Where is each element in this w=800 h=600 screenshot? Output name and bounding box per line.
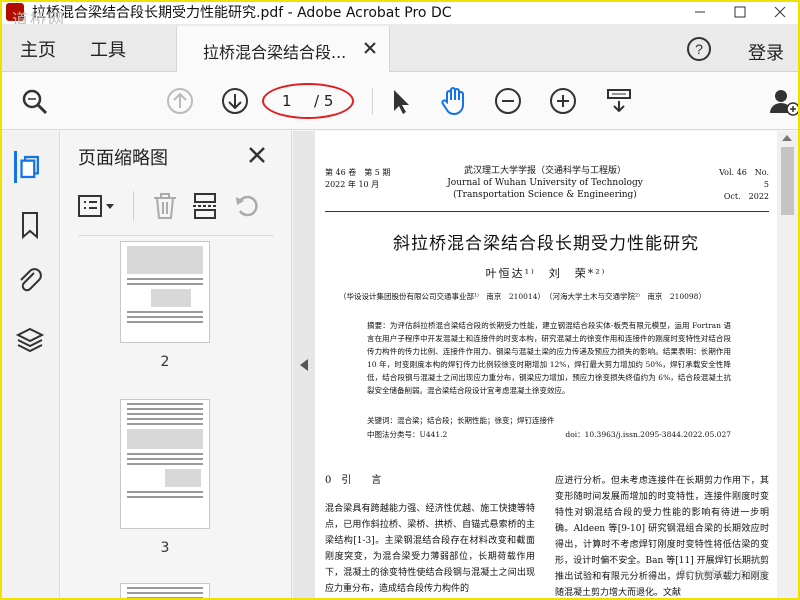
- scroll-up-arrow-icon[interactable]: [782, 135, 792, 141]
- paper-abstract: 摘要：为评估斜拉桥混合梁结合段的长期受力性能，建立钢混结合段实体-板壳有限元模型…: [367, 321, 731, 395]
- thumbnail-label-2: 2: [160, 354, 170, 370]
- panel-toolbar: [76, 191, 276, 225]
- plus-circle-icon: [550, 88, 576, 114]
- rotate-page-icon[interactable]: [232, 191, 262, 221]
- document-scroll-thumb[interactable]: [781, 147, 794, 215]
- volume-issue: 第 46 卷 第 5 期: [325, 168, 391, 177]
- fit-page-button[interactable]: [603, 85, 635, 117]
- page-thumbnails-panel: 页面缩略图 2 3: [60, 131, 339, 600]
- journal-en: Journal of Wuhan University of Technolog…: [447, 178, 643, 188]
- journal-name: 武汉理工大学学报（交通科学与工程版） Journal of Wuhan Univ…: [425, 165, 665, 201]
- window-title: 拉桥混合梁结合段长期受力性能研究.pdf - Adobe Acrobat Pro…: [32, 5, 452, 21]
- date-en: Oct. 2022: [723, 192, 769, 201]
- magnifier-icon: [22, 89, 48, 115]
- paper-keywords: 关键词：混合梁；结合段；长期性能；徐变；焊钉连接件: [367, 416, 555, 425]
- layers-icon[interactable]: [14, 324, 46, 356]
- document-scrollbar[interactable]: [777, 131, 798, 600]
- arrow-down-circle-icon: [222, 88, 248, 114]
- document-tab-label: 拉桥混合梁结合段...: [203, 43, 347, 62]
- document-tab[interactable]: 拉桥混合梁结合段...: [176, 26, 390, 72]
- fit-width-icon: [607, 89, 631, 113]
- panel-title: 页面缩略图: [78, 148, 168, 169]
- header-rule: [325, 211, 769, 212]
- cursor-arrow-icon: [394, 90, 409, 114]
- journal-volume-en: Vol. 46 No. 5 Oct. 2022: [713, 167, 769, 203]
- arrow-up-circle-icon: [167, 88, 193, 114]
- select-tool-button[interactable]: [384, 85, 416, 117]
- add-user-icon: [770, 90, 800, 116]
- journal-volume: 第 46 卷 第 5 期 2022 年 10 月: [325, 167, 390, 191]
- corner-watermark: toootoo.com: [680, 566, 768, 582]
- minimize-icon: [695, 11, 705, 13]
- sign-in-button[interactable]: 登录: [748, 39, 784, 65]
- left-navigation-rail: [0, 131, 60, 600]
- minimize-button[interactable]: [680, 0, 720, 24]
- zoom-out-button[interactable]: [492, 85, 524, 117]
- extract-page-icon[interactable]: [190, 191, 220, 221]
- author-affiliations: （华设设计集团股份有限公司交通事业部¹⁾ 南京 210014） （河海大学土木与…: [339, 292, 706, 301]
- page-thumbnail-4[interactable]: [120, 583, 210, 600]
- journal-sub: (Transportation Science & Engineering): [453, 190, 637, 200]
- journal-cn: 武汉理工大学学报（交通科学与工程版）: [463, 166, 626, 176]
- maximize-button[interactable]: [720, 0, 760, 24]
- body-column-left: 0 引 言 混合梁具有跨越能力强、经济性优越、施工快捷等特点，已用作斜拉桥、梁桥…: [325, 473, 535, 597]
- pdf-page: 第 46 卷 第 5 期 2022 年 10 月 武汉理工大学学报（交通科学与工…: [315, 131, 777, 600]
- paper-title: 斜拉桥混合梁结合段长期受力性能研究: [393, 234, 699, 254]
- zoom-search-button[interactable]: [18, 85, 50, 117]
- document-view: 第 46 卷 第 5 期 2022 年 10 月 武汉理工大学学报（交通科学与工…: [315, 131, 777, 600]
- main-toolbar: 1 / 5: [0, 72, 800, 130]
- panel-tool-separator: [133, 191, 134, 221]
- thumbnail-label-3: 3: [160, 540, 170, 556]
- maximize-icon: [734, 6, 746, 18]
- menu-tab-bar: 主页 工具 拉桥混合梁结合段... ? 登录: [0, 24, 800, 72]
- page-thumbnails-icon[interactable]: [14, 151, 46, 183]
- home-menu[interactable]: 主页: [20, 36, 56, 62]
- page-thumbnail-2[interactable]: [120, 241, 210, 343]
- close-window-button[interactable]: [760, 0, 800, 24]
- help-icon[interactable]: ?: [686, 36, 712, 62]
- body-text-left: 混合梁具有跨越能力强、经济性优越、施工快捷等特点，已用作斜拉桥、梁桥、拱桥、自锚…: [325, 504, 535, 594]
- collapse-panel-handle[interactable]: [293, 131, 315, 600]
- panel-divider: [78, 235, 274, 236]
- hand-tool-button[interactable]: [438, 85, 470, 117]
- share-user-button[interactable]: [768, 85, 800, 117]
- tools-menu[interactable]: 工具: [90, 36, 126, 62]
- close-tab-icon[interactable]: [363, 41, 377, 55]
- svg-text:?: ?: [695, 41, 703, 57]
- title-bar: 拉桥混合梁结合段长期受力性能研究.pdf - Adobe Acrobat Pro…: [0, 0, 800, 29]
- toolbar-separator: [372, 88, 373, 114]
- paper-authors: 叶恒达¹⁾ 刘 荣*²⁾: [485, 267, 607, 280]
- previous-page-button[interactable]: [164, 85, 196, 117]
- bookmark-icon[interactable]: [14, 209, 46, 241]
- paper-doi: doi：10.3963/j.issn.2095-3844.2022.05.027: [565, 430, 731, 439]
- options-menu-icon[interactable]: [76, 191, 120, 221]
- issue-date: 2022 年 10 月: [325, 180, 380, 189]
- next-page-button[interactable]: [219, 85, 251, 117]
- red-highlight-oval: [262, 83, 354, 119]
- volume-en: Vol. 46 No. 5: [719, 168, 769, 189]
- attachment-icon[interactable]: [14, 265, 46, 297]
- zoom-in-button[interactable]: [547, 85, 579, 117]
- page-thumbnail-3[interactable]: [120, 399, 210, 529]
- close-icon: [774, 6, 786, 18]
- minus-circle-icon: [495, 88, 521, 114]
- collapse-arrow-icon: [300, 359, 308, 371]
- delete-page-icon[interactable]: [150, 191, 180, 221]
- section-heading: 0 引 言: [325, 475, 382, 486]
- hand-icon: [441, 87, 464, 116]
- close-panel-icon[interactable]: [248, 146, 266, 164]
